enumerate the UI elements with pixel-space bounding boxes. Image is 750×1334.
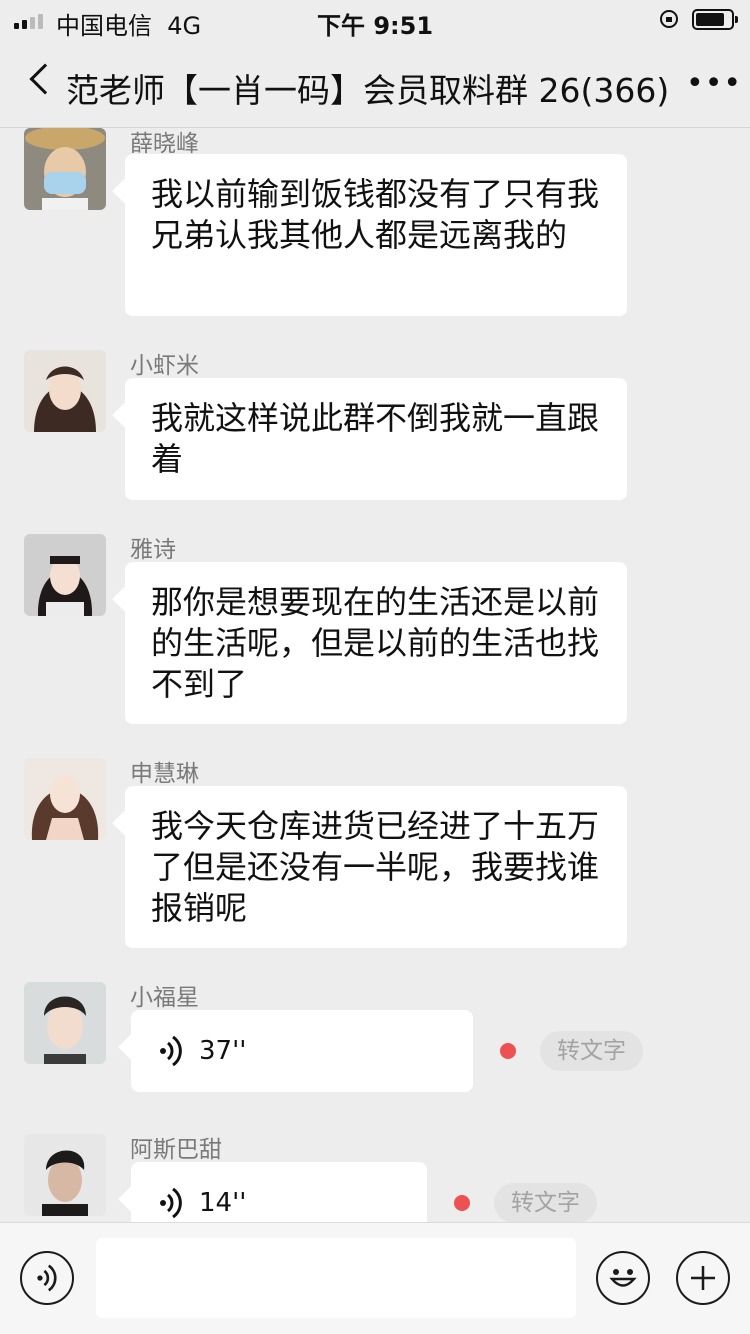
message-bubble[interactable]: 我以前输到饭钱都没有了只有我兄弟认我其他人都是远离我的 [125,154,627,316]
transcribe-button[interactable]: 转文字 [494,1183,597,1223]
smiley-icon [609,1269,637,1287]
sender-name: 阿斯巴甜 [130,1137,222,1163]
message-input[interactable] [96,1238,576,1318]
status-time: 下午 9:51 [316,12,434,40]
sender-name: 申慧琳 [130,761,199,787]
voice-wave-icon [160,1035,182,1067]
voice-input-button[interactable] [20,1251,74,1305]
more-options-icon[interactable]: ••• [686,66,742,101]
voice-duration: 14'' [199,1187,247,1218]
chat-title: 范老师【一肖一码】会员取料群 26(366) [66,71,670,110]
sender-name: 小虾米 [130,353,199,379]
avatar[interactable] [24,1134,106,1216]
message-bubble[interactable]: 那你是想要现在的生活还是以前的生活呢，但是以前的生活也找不到了 [125,562,627,724]
orientation-lock-icon [660,10,678,28]
unread-dot [500,1043,516,1059]
plus-icon [691,1266,715,1290]
sender-name: 小福星 [130,985,199,1011]
avatar[interactable] [24,758,106,840]
chat-header: 范老师【一肖一码】会员取料群 26(366) ••• [0,40,750,128]
sender-name: 雅诗 [130,537,176,563]
chat-input-bar [0,1222,750,1334]
unread-dot [454,1195,470,1211]
status-bar: 中国电信 4G 下午 9:51 [0,0,750,40]
avatar[interactable] [24,534,106,616]
sender-name: 薛晓峰 [130,131,199,157]
avatar[interactable] [24,128,106,210]
avatar[interactable] [24,982,106,1064]
message-bubble[interactable]: 我今天仓库进货已经进了十五万了但是还没有一半呢，我要找谁报销呢 [125,786,627,948]
message-bubble[interactable]: 我就这样说此群不倒我就一直跟着 [125,378,627,500]
transcribe-button[interactable]: 转文字 [540,1031,643,1071]
back-icon[interactable] [29,63,61,95]
avatar[interactable] [24,350,106,432]
battery-icon [692,9,738,30]
emoji-button[interactable] [596,1251,650,1305]
voice-wave-icon [160,1187,182,1219]
more-functions-button[interactable] [676,1251,730,1305]
voice-message-bubble[interactable]: 37'' [131,1010,473,1092]
voice-duration: 37'' [199,1035,247,1066]
voice-icon [37,1264,57,1292]
